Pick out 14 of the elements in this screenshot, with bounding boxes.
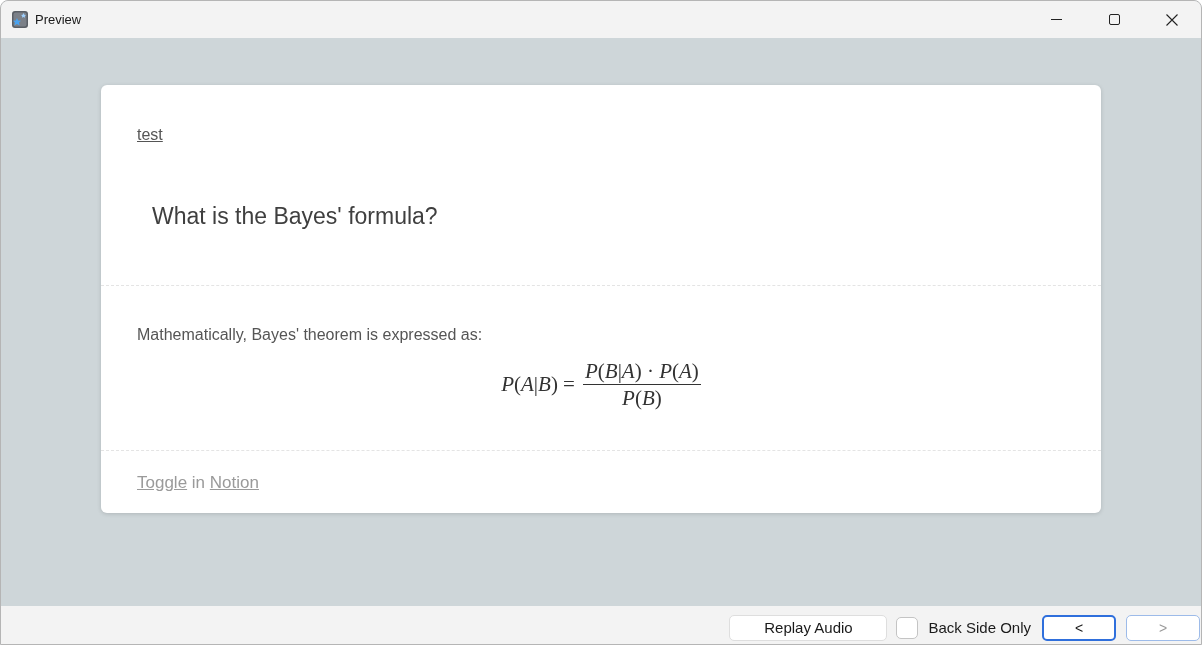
app-icon [12, 11, 28, 28]
window-title: Preview [35, 10, 82, 29]
back-side-only-checkbox[interactable] [896, 617, 919, 639]
answer-text: Mathematically, Bayes' theorem is expressed as: [137, 325, 484, 345]
maximize-icon [1108, 14, 1120, 25]
replay-audio-button[interactable]: Replay Audio [729, 615, 888, 641]
footer-note: Toggle in Notion [137, 473, 260, 493]
question-text: What is the Bayes' formula? [152, 202, 438, 231]
minimize-icon [1050, 19, 1062, 20]
checkbox-label: Back Side Only [928, 617, 1031, 638]
math-formula: P(A|B) = P(B|A) · P(A) P(B) [501, 358, 701, 411]
close-icon [1166, 13, 1178, 26]
previous-button[interactable]: < [1042, 615, 1116, 641]
deck-link[interactable]: test [137, 125, 163, 145]
